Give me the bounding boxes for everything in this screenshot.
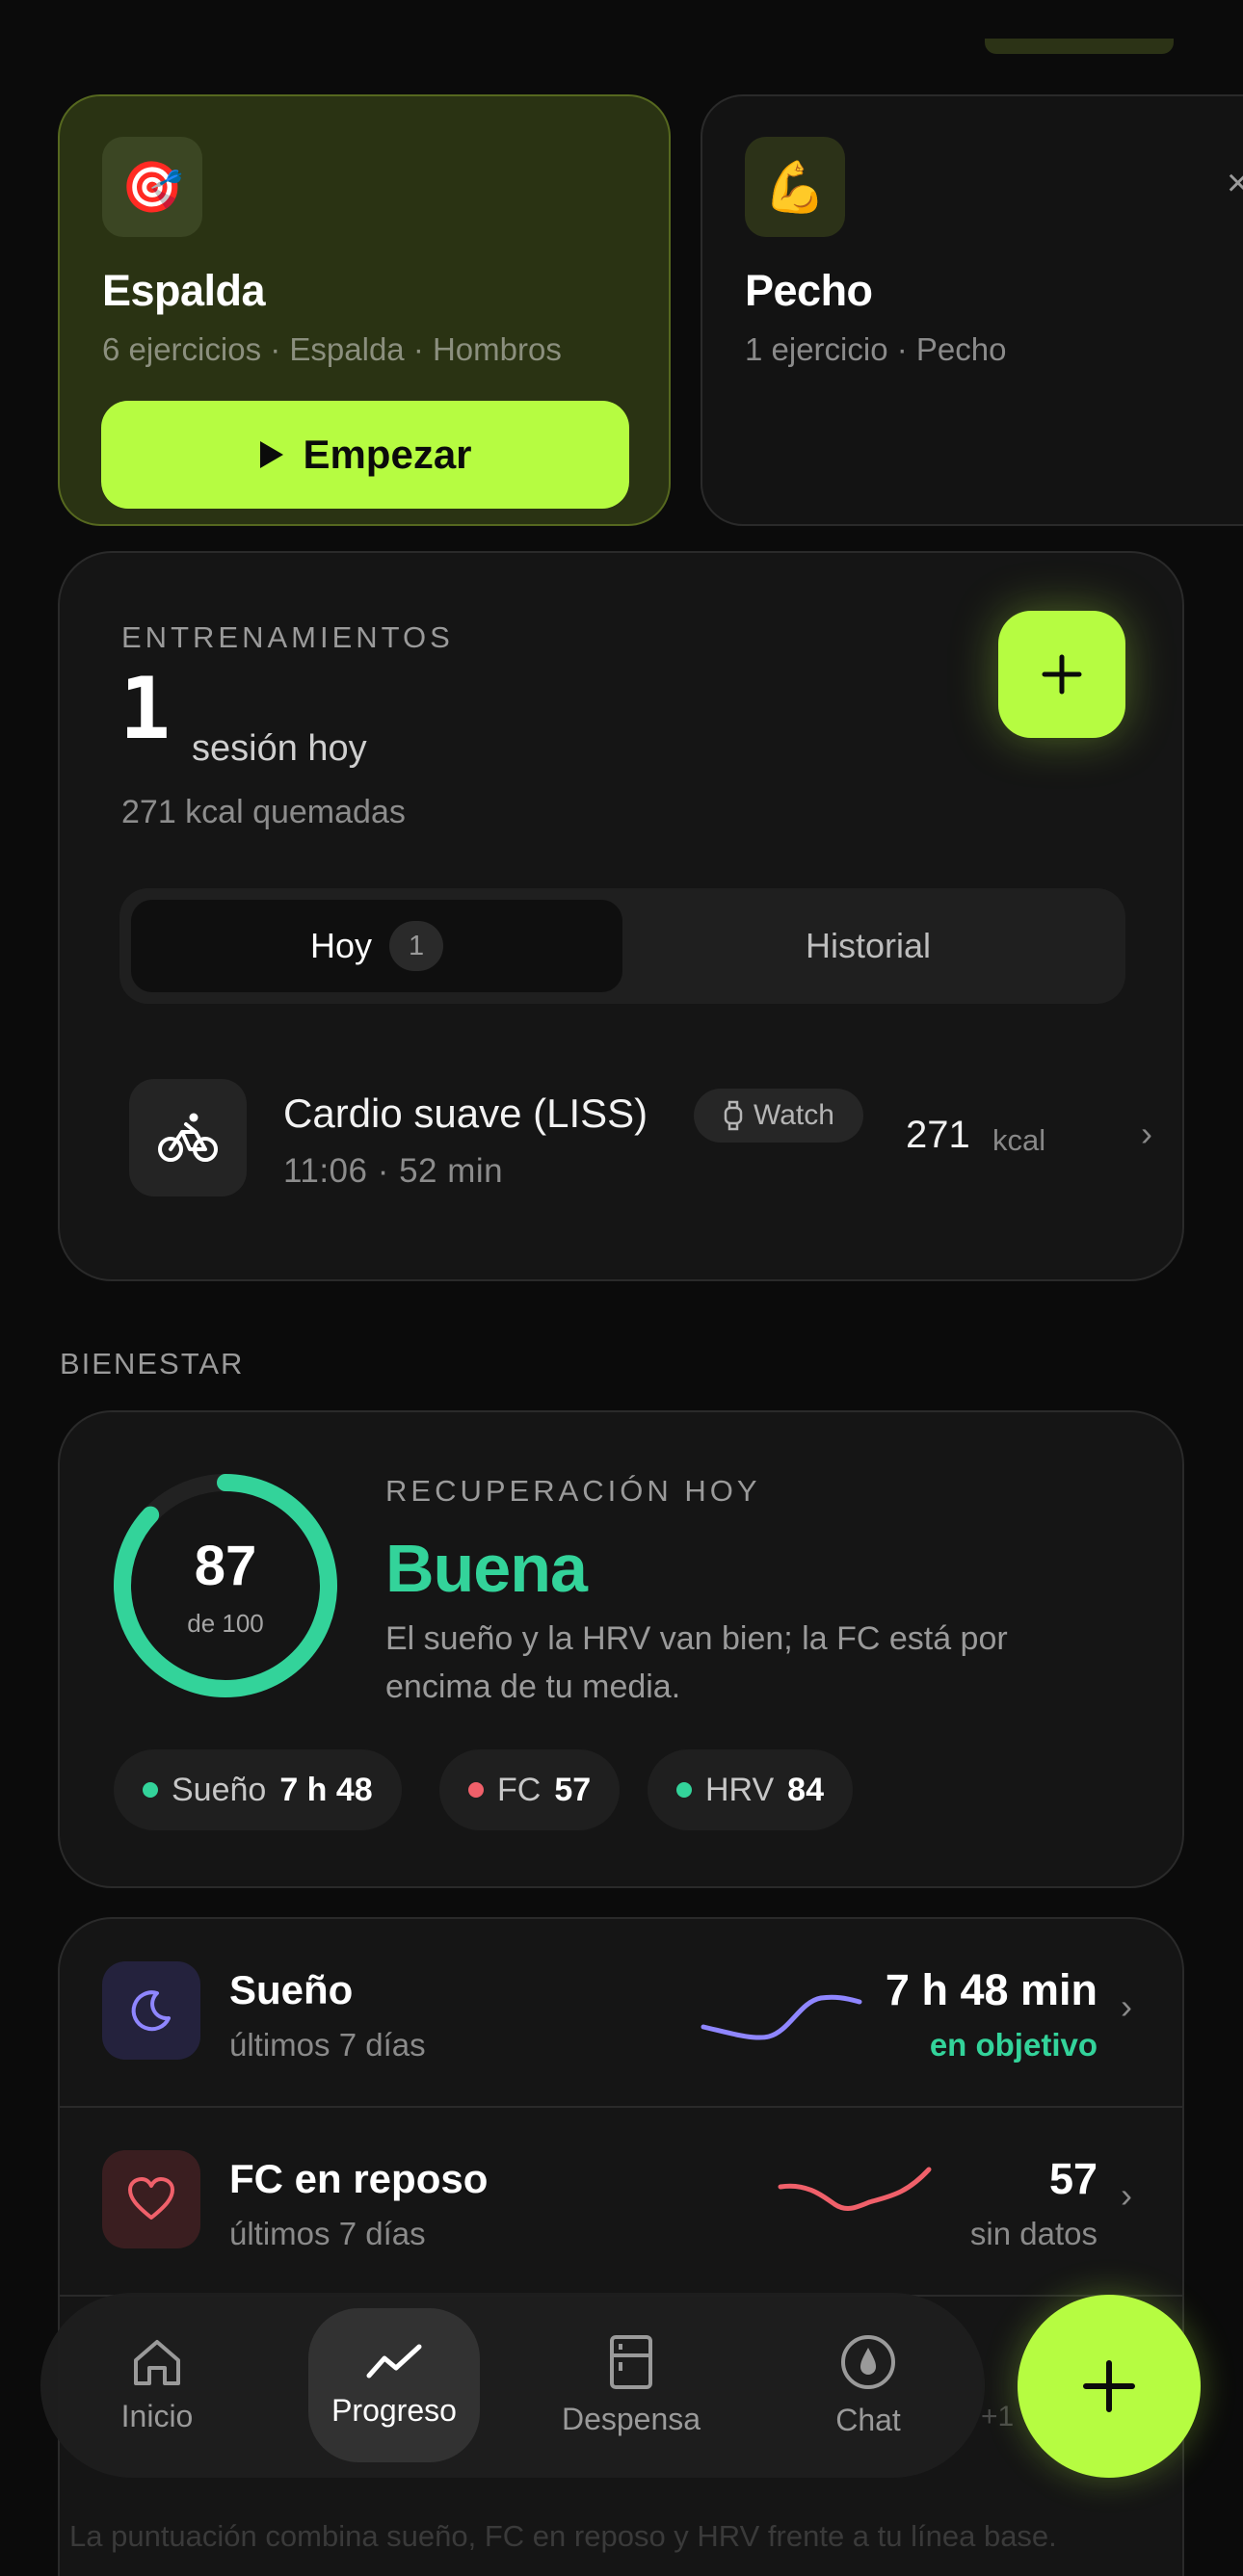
workout-name: Cardio suave (LISS) (283, 1091, 648, 1136)
metric-row-sleep[interactable]: Sueño últimos 7 días 7 h 48 min en objet… (60, 1919, 1182, 2108)
metric-status: sin datos (969, 2216, 1098, 2251)
start-button[interactable]: Empezar (101, 401, 629, 509)
metric-subtitle: últimos 7 días (229, 2027, 426, 2063)
recovery-eyebrow: RECUPERACIÓN HOY (385, 1474, 761, 1508)
pill-label: Sueño (172, 1771, 267, 1808)
chat-icon (841, 2334, 895, 2389)
tab-label: Historial (805, 926, 932, 965)
metric-status: en objetivo (929, 2027, 1098, 2063)
metric-row-resting-hr[interactable]: FC en reposo últimos 7 días 57 sin datos… (60, 2108, 1182, 2297)
chevron-right-icon: › (1121, 2175, 1132, 2215)
tab-hoy[interactable]: Hoy 1 (131, 900, 622, 992)
session-count-label: sesión hoy (192, 728, 367, 769)
kcal-burned: 271 kcal quemadas (121, 794, 406, 830)
nav-item-chat[interactable]: Chat (782, 2308, 954, 2462)
tab-label: Hoy (309, 926, 373, 965)
section-title-bienestar: BIENESTAR (60, 1347, 245, 1380)
pill-label: HRV (705, 1771, 775, 1808)
workout-kcal-unit: kcal (992, 1123, 1046, 1157)
metric-title: Sueño (229, 1967, 354, 2012)
nav-item-progreso[interactable]: Progreso (308, 2308, 480, 2462)
chevron-right-icon: › (1141, 1114, 1152, 1153)
routine-subtitle: 6 ejercicios · Espalda · Hombros (102, 331, 562, 367)
workouts-segmented-control: Hoy 1 Historial (119, 888, 1125, 1004)
play-icon (260, 441, 284, 468)
trend-icon (366, 2344, 422, 2378)
recovery-status: Buena (385, 1531, 588, 1606)
workout-item[interactable]: Cardio suave (LISS) Watch 11:06 · 52 min… (129, 1075, 1152, 1198)
routine-subtitle: 1 ejercicio · Pecho (745, 331, 1007, 367)
metric-value: 57 (1048, 2154, 1098, 2203)
watch-icon (724, 1100, 743, 1131)
status-dot (468, 1782, 484, 1798)
nav-label: Chat (835, 2402, 901, 2437)
routine-card-pecho[interactable]: 💪 × Pecho 1 ejercicio · Pecho (701, 94, 1243, 526)
recovery-score: 87 (194, 1535, 257, 1597)
nav-label: Despensa (561, 2401, 701, 2436)
sleep-pill: Sueño 7 h 48 (114, 1749, 402, 1830)
workout-kcal: 271 (906, 1114, 970, 1156)
workout-meta: 11:06 · 52 min (283, 1152, 504, 1190)
pill-label: FC (497, 1771, 542, 1808)
target-icon: 🎯 (102, 137, 202, 237)
metric-subtitle: últimos 7 días (229, 2216, 426, 2251)
chevron-right-icon: › (1121, 1986, 1132, 2026)
cycling-icon (129, 1079, 247, 1196)
metric-title: FC en reposo (229, 2156, 489, 2201)
quick-add-button[interactable] (1018, 2295, 1201, 2478)
routine-card-espalda[interactable]: 🎯 Espalda 6 ejercicios · Espalda · Hombr… (58, 94, 671, 526)
hrv-pill: HRV 84 (648, 1749, 853, 1830)
session-count: 1 (119, 659, 171, 758)
source-chip: Watch (694, 1089, 863, 1143)
pill-value: 7 h 48 (279, 1771, 373, 1808)
home-icon (134, 2339, 180, 2385)
nav-label: Progreso (331, 2392, 457, 2428)
status-dot (143, 1782, 158, 1798)
moon-icon (102, 1961, 200, 2060)
bottom-nav: Inicio Progreso Despensa Chat (40, 2293, 985, 2478)
heart-icon (102, 2150, 200, 2248)
top-handle (985, 39, 1174, 54)
fridge-icon (610, 2334, 652, 2389)
hidden-tab-peek: +1 (981, 2401, 1015, 2432)
pill-value: 84 (787, 1771, 824, 1808)
plus-icon (1083, 2360, 1135, 2412)
count-badge: 1 (389, 921, 444, 971)
nav-item-despensa[interactable]: Despensa (545, 2308, 717, 2462)
nav-item-inicio[interactable]: Inicio (71, 2308, 243, 2462)
metric-value: 7 h 48 min (885, 1965, 1098, 2014)
heart-rate-pill: FC 57 (439, 1749, 621, 1830)
pill-value: 57 (554, 1771, 592, 1808)
flexed-biceps-icon: 💪 (745, 137, 845, 237)
recovery-score-max: de 100 (187, 1609, 264, 1638)
resting-hr-sparkline (778, 2167, 932, 2211)
source-label: Watch (754, 1099, 834, 1131)
workouts-eyebrow: ENTRENAMIENTOS (121, 620, 454, 654)
close-icon[interactable]: × (1227, 162, 1243, 205)
sleep-sparkline (701, 1994, 862, 2040)
workouts-card: ENTRENAMIENTOS 1 sesión hoy 271 kcal que… (58, 551, 1184, 1281)
add-workout-button[interactable] (998, 611, 1125, 738)
routine-title: Pecho (745, 266, 873, 315)
recovery-card[interactable]: 87 de 100 RECUPERACIÓN HOY Buena El sueñ… (58, 1410, 1184, 1888)
tab-historial[interactable]: Historial (622, 900, 1114, 992)
nav-label: Inicio (120, 2398, 194, 2433)
recovery-footnote: La puntuación combina sueño, FC en repos… (69, 2519, 1057, 2553)
recovery-description: El sueño y la HRV van bien; la FC está p… (385, 1620, 1008, 1705)
plus-icon (1042, 654, 1082, 695)
status-dot (676, 1782, 692, 1798)
routine-title: Espalda (102, 266, 266, 315)
start-button-label: Empezar (303, 432, 472, 477)
